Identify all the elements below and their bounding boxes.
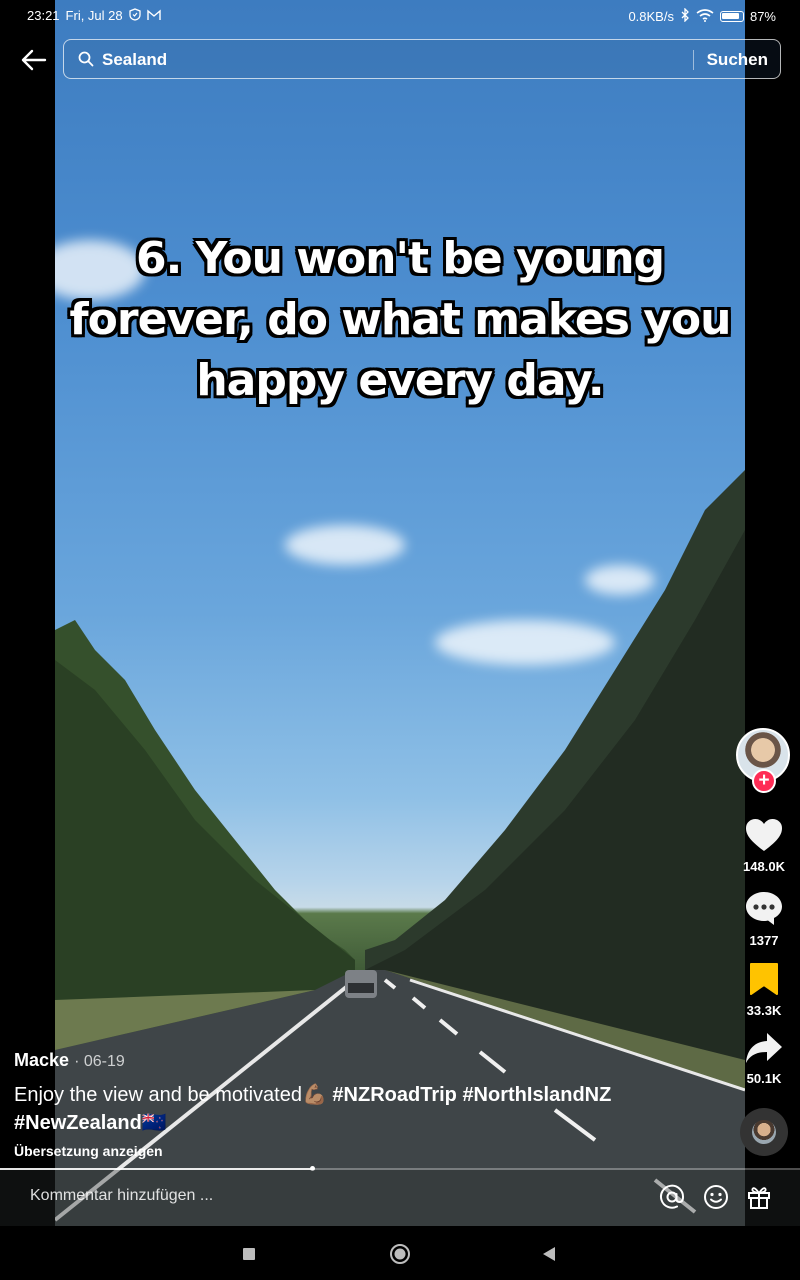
network-speed: 0.8KB/s <box>628 8 674 24</box>
back-nav-button[interactable] <box>536 1241 562 1267</box>
music-cover-avatar <box>752 1120 776 1144</box>
circle-icon <box>390 1244 410 1264</box>
caption-body: Enjoy the view and be motivated💪🏽 <box>14 1084 327 1106</box>
video-player[interactable] <box>55 0 745 1226</box>
video-overlay-text: 6. You won't be young forever, do what m… <box>69 233 732 406</box>
square-icon <box>243 1248 255 1260</box>
share-icon <box>746 1033 782 1063</box>
comment-input[interactable]: Kommentar hinzufügen ... <box>30 1187 213 1205</box>
comment-icon <box>746 892 782 925</box>
share-count: 50.1K <box>746 1071 782 1086</box>
system-nav-bar <box>0 1226 800 1280</box>
status-time: 23:21 <box>27 8 60 23</box>
hashtag-link[interactable]: #NZRoadTrip <box>332 1084 456 1106</box>
translate-button[interactable]: Übersetzung anzeigen <box>14 1143 714 1159</box>
like-count: 148.0K <box>743 859 785 874</box>
status-bar: 23:21 Fri, Jul 28 0.8KB/s 87% <box>0 0 800 30</box>
triangle-back-icon <box>543 1247 555 1261</box>
hashtag-link[interactable]: #NewZealand🇳🇿 <box>14 1112 167 1134</box>
shield-icon <box>128 8 141 23</box>
hashtag-link[interactable]: #NorthIslandNZ <box>462 1084 611 1106</box>
creator-avatar-group[interactable]: + <box>736 728 790 793</box>
home-button[interactable] <box>387 1241 413 1267</box>
search-divider <box>693 50 694 70</box>
mail-icon <box>146 9 161 23</box>
battery-icon <box>719 10 744 22</box>
author-name[interactable]: Macke <box>14 1050 69 1070</box>
like-action[interactable]: 148.0K <box>734 818 794 874</box>
comment-count: 1377 <box>749 933 779 948</box>
post-date: · 06-19 <box>74 1053 125 1070</box>
mention-button[interactable] <box>657 1182 687 1212</box>
gift-button[interactable] <box>744 1182 774 1212</box>
search-icon <box>78 51 94 72</box>
back-button[interactable] <box>18 44 50 76</box>
comment-action[interactable]: 1377 <box>734 890 794 948</box>
emoji-icon <box>704 1185 728 1209</box>
mention-icon <box>660 1184 685 1209</box>
status-date: Fri, Jul 28 <box>65 8 123 23</box>
caption-text: Enjoy the view and be motivated💪🏽 #NZRoa… <box>14 1081 714 1137</box>
search-submit-button[interactable]: Suchen <box>707 50 768 70</box>
battery-percent: 87% <box>749 8 776 24</box>
search-input[interactable]: Sealand <box>102 50 167 70</box>
gift-icon <box>748 1187 770 1209</box>
save-action[interactable]: 33.3K <box>734 962 794 1018</box>
heart-icon <box>746 819 782 851</box>
video-caption: Macke · 06-19 Enjoy the view and be moti… <box>14 1050 714 1159</box>
bookmark-icon <box>750 963 778 995</box>
save-count: 33.3K <box>746 1003 782 1018</box>
search-bar[interactable]: Sealand Suchen <box>63 39 781 79</box>
bluetooth-icon <box>680 7 690 24</box>
wifi-icon <box>696 8 714 24</box>
follow-button[interactable]: + <box>752 769 776 793</box>
comment-bar: Kommentar hinzufügen ... <box>0 1170 800 1226</box>
share-action[interactable]: 50.1K <box>734 1032 794 1086</box>
emoji-button[interactable] <box>701 1182 731 1212</box>
recents-button[interactable] <box>236 1241 262 1267</box>
back-arrow-icon <box>21 49 47 71</box>
music-disc[interactable] <box>740 1108 788 1156</box>
